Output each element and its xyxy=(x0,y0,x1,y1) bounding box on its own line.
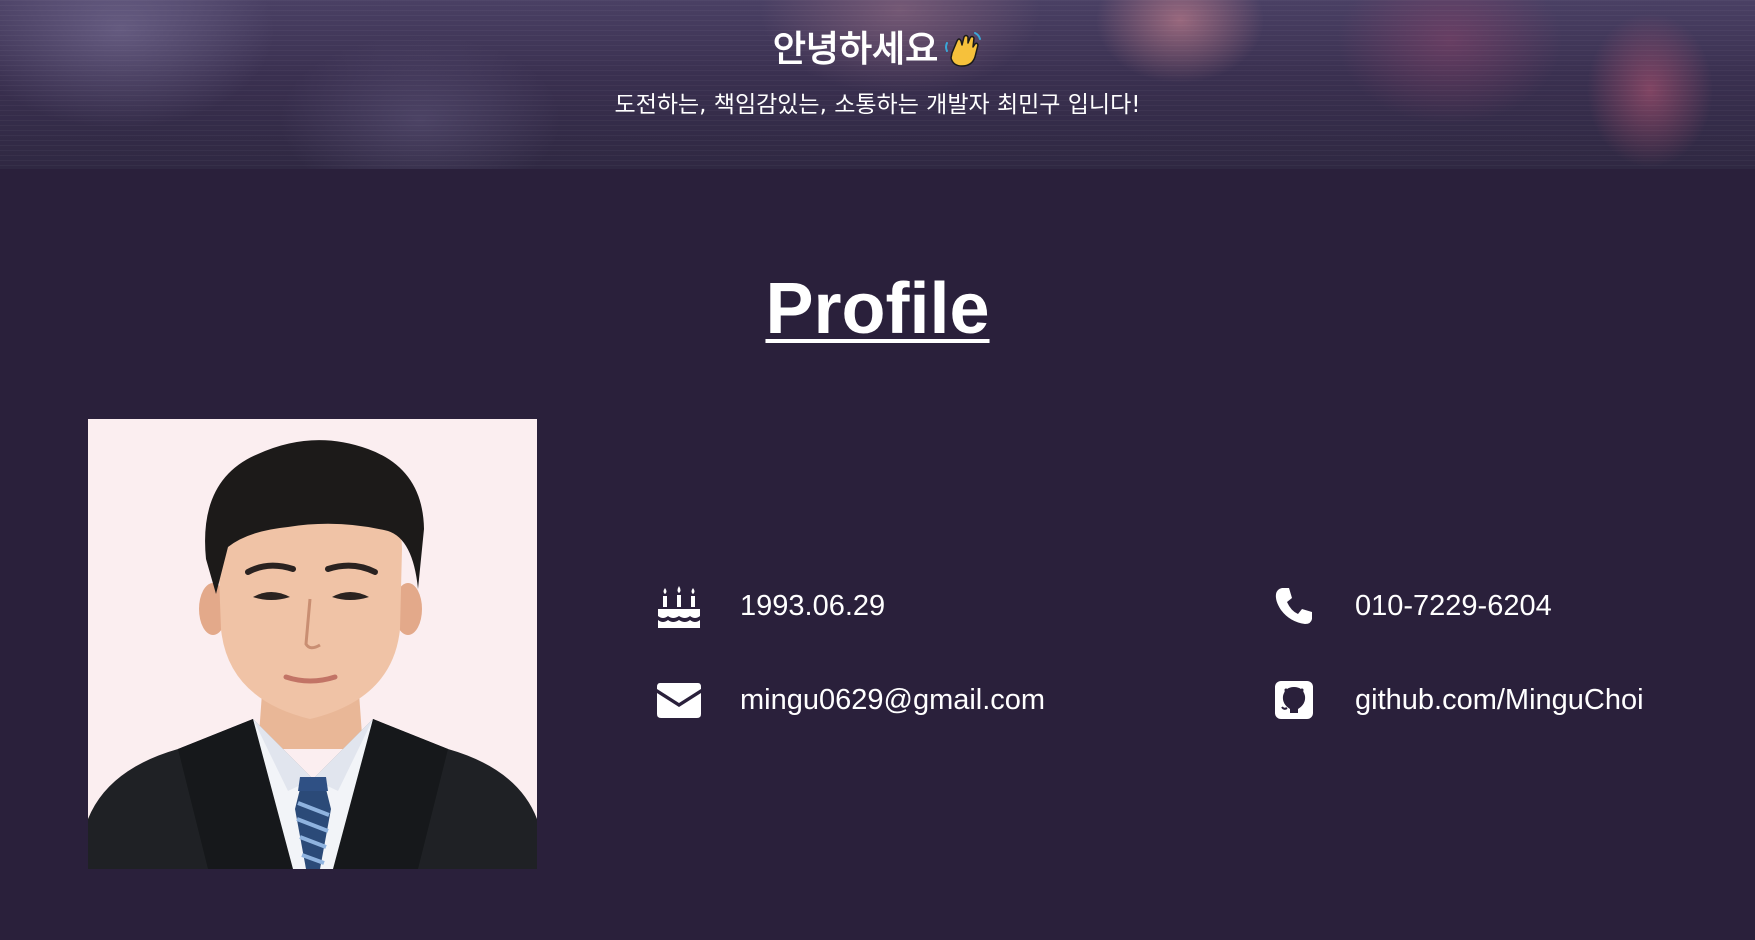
birthday-text: 1993.06.29 xyxy=(740,589,886,622)
profile-photo xyxy=(88,419,537,869)
phone-icon xyxy=(1270,582,1318,630)
portrait-image xyxy=(88,419,537,869)
birthday-cake-icon xyxy=(655,582,703,630)
greeting-text: 안녕하세요 xyxy=(772,29,939,70)
github-item[interactable]: github.com/MinguChoi xyxy=(1270,675,1644,725)
email-item[interactable]: mingu0629@gmail.com xyxy=(655,675,1045,725)
envelope-icon xyxy=(655,676,703,724)
profile-title: Profile xyxy=(765,269,990,349)
waving-hand-icon xyxy=(945,32,982,67)
email-link[interactable]: mingu0629@gmail.com xyxy=(740,684,1045,717)
github-link[interactable]: github.com/MinguChoi xyxy=(1355,684,1644,717)
birthday-item: 1993.06.29 xyxy=(655,581,885,631)
github-icon[interactable] xyxy=(1270,676,1318,724)
hero-subtitle: 도전하는, 책임감있는, 소통하는 개발자 최민구 입니다! xyxy=(614,92,1141,118)
hero-greeting: 안녕하세요 xyxy=(0,20,1755,72)
phone-text: 010-7229-6204 xyxy=(1355,589,1552,622)
phone-item: 010-7229-6204 xyxy=(1270,581,1552,631)
hero-banner: 안녕하세요 도전하는, 책임감있는, 소통하는 개발자 최민구 입니다! xyxy=(0,0,1755,169)
